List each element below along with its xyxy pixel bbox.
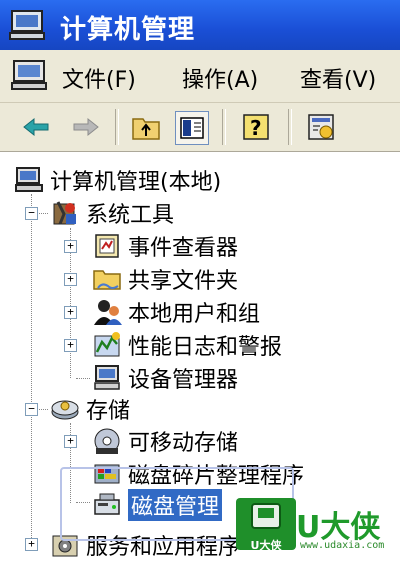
tree-item-performance-logs[interactable]: 性能日志和警报	[92, 330, 282, 360]
tree-item-label: 共享文件夹	[128, 269, 239, 294]
tree-item-label: 可移动存储	[128, 431, 239, 456]
usb-drive-icon	[251, 503, 281, 529]
svg-text:?: ?	[250, 116, 262, 140]
toolbar-separator	[288, 109, 292, 145]
toolbar-separator	[115, 109, 119, 145]
help-icon[interactable]: ?	[240, 111, 272, 143]
expand-toggle[interactable]: +	[64, 339, 77, 352]
tree-item-label: 设备管理器	[128, 368, 239, 393]
title-bar[interactable]: 计算机管理	[0, 0, 400, 50]
expand-toggle[interactable]: +	[25, 538, 38, 551]
system-tools-icon	[53, 201, 76, 225]
tree-item-root[interactable]: 计算机管理(本地)	[14, 165, 221, 195]
collapse-toggle[interactable]: −	[25, 403, 38, 416]
show-hide-tree-icon[interactable]	[175, 111, 209, 145]
window-title: 计算机管理	[60, 15, 196, 45]
tree-item-label: 本地用户和组	[128, 302, 261, 327]
expand-toggle[interactable]: +	[64, 273, 77, 286]
menu-view[interactable]: 查看(V)	[300, 62, 376, 94]
back-arrow-icon[interactable]	[20, 111, 52, 143]
tree-item-label: 事件查看器	[128, 236, 239, 261]
properties-icon[interactable]	[305, 111, 337, 143]
tree-item-system-tools[interactable]: 系统工具	[50, 198, 174, 228]
menu-bar: 文件(F) 操作(A) 查看(V)	[0, 50, 400, 103]
storage-icon	[51, 400, 79, 420]
expand-toggle[interactable]: +	[64, 306, 77, 319]
watermark-logo: U大侠	[236, 498, 296, 552]
toolbar: ?	[0, 103, 400, 153]
tree-item-label: 存储	[86, 399, 131, 424]
tree-item-label: 性能日志和警报	[128, 335, 283, 360]
device-manager-icon	[94, 365, 120, 390]
tree-item-removable-storage[interactable]: 可移动存储	[92, 426, 238, 456]
tree-item-label: 系统工具	[86, 203, 175, 228]
removable-storage-icon	[94, 428, 120, 454]
toolbar-separator	[222, 109, 226, 145]
forward-arrow-icon[interactable]	[70, 111, 102, 143]
up-folder-icon[interactable]	[130, 111, 162, 143]
tree-connector	[76, 378, 90, 379]
menu-action[interactable]: 操作(A)	[182, 62, 258, 94]
tree-connector	[31, 194, 32, 544]
system-menu-icon[interactable]	[10, 59, 50, 95]
watermark-url: www.udaxia.com	[300, 540, 385, 551]
computer-icon	[15, 167, 43, 192]
tree-item-shared-folders[interactable]: 共享文件夹	[92, 264, 238, 294]
users-icon	[94, 300, 122, 325]
event-viewer-icon	[95, 234, 119, 258]
computer-management-icon	[8, 9, 48, 45]
tree-item-local-users[interactable]: 本地用户和组	[92, 297, 260, 327]
watermark-badge: U大侠	[250, 539, 282, 552]
expand-toggle[interactable]: +	[64, 435, 77, 448]
menu-file[interactable]: 文件(F)	[62, 62, 136, 94]
tree-item-storage[interactable]: 存储	[50, 394, 130, 424]
collapse-toggle[interactable]: −	[25, 207, 38, 220]
shared-folder-icon	[93, 270, 121, 290]
tree-item-event-viewer[interactable]: 事件查看器	[92, 231, 238, 261]
tree-item-device-manager[interactable]: 设备管理器	[92, 363, 238, 393]
tree-item-label: 计算机管理(本地)	[50, 170, 222, 195]
performance-logs-icon	[94, 332, 120, 357]
expand-toggle[interactable]: +	[64, 240, 77, 253]
